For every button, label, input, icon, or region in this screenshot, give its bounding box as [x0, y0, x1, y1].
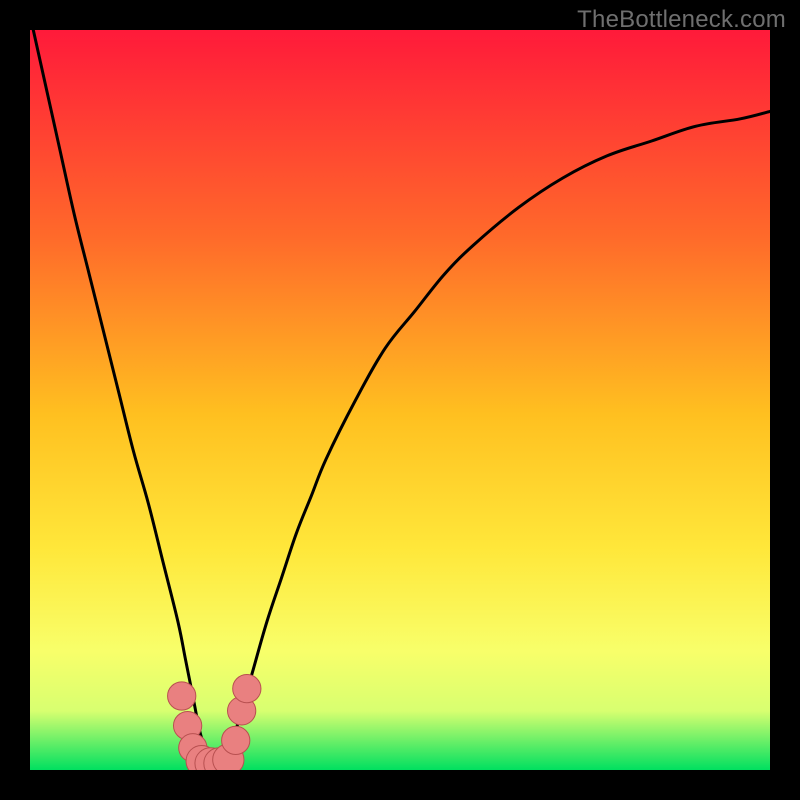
chart-svg: [30, 30, 770, 770]
plot-area: [30, 30, 770, 770]
chart-frame: TheBottleneck.com: [0, 0, 800, 800]
curve-marker: [233, 674, 261, 702]
curve-marker: [222, 726, 250, 754]
curve-marker: [168, 682, 196, 710]
curve-markers: [168, 674, 261, 770]
watermark-text: TheBottleneck.com: [577, 6, 786, 34]
bottleneck-curve: [30, 30, 770, 764]
